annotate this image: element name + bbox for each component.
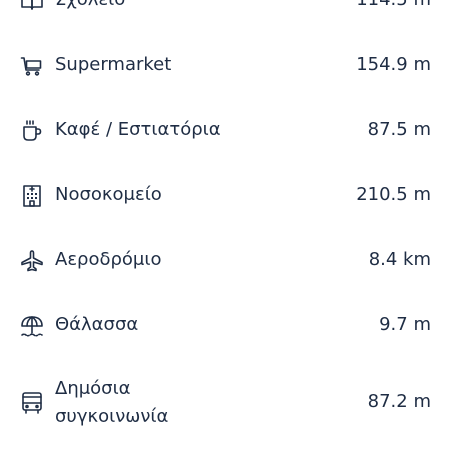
list-item-supermarket: Supermarket 154.9 m [0, 33, 450, 98]
place-label: Καφέ / Εστιατόρια [55, 119, 221, 140]
list-item-cafe-restaurants: Καφέ / Εστιατόρια 87.5 m [0, 98, 450, 163]
place-distance: 154.9 m [356, 54, 431, 75]
list-item-sea: Θάλασσα 9.7 m [0, 293, 450, 358]
airplane-icon [20, 249, 44, 273]
place-label: Νοσοκομείο [55, 184, 162, 205]
place-distance: 87.5 m [367, 119, 431, 140]
book-icon [20, 0, 44, 13]
bus-icon [20, 391, 44, 415]
place-distance: 9.7 m [379, 314, 431, 335]
place-label: Σχολείο [55, 0, 125, 11]
beach-umbrella-icon [20, 314, 44, 338]
place-label: Αεροδρόμιο [55, 249, 162, 270]
place-distance: 210.5 m [356, 184, 431, 205]
nearby-places-list: Σχολείο 114.5 m Supermarket 154.9 m Καφέ [0, 0, 450, 448]
place-distance: 87.2 m [367, 391, 431, 412]
list-item-airport: Αεροδρόμιο 8.4 km [0, 228, 450, 293]
place-distance: 114.5 m [356, 0, 431, 11]
list-item-public-transport: Δημόσια συγκοινωνία 87.2 m [0, 358, 450, 448]
coffee-cup-icon [20, 119, 44, 143]
shopping-cart-icon [20, 54, 44, 78]
place-distance: 8.4 km [368, 249, 431, 270]
hospital-building-icon [20, 184, 44, 208]
place-label: Δημόσια συγκοινωνία [55, 378, 169, 427]
list-item-hospital: Νοσοκομείο 210.5 m [0, 163, 450, 228]
list-item-school: Σχολείο 114.5 m [0, 0, 450, 33]
place-label: Θάλασσα [55, 314, 139, 335]
place-label: Supermarket [55, 54, 172, 75]
